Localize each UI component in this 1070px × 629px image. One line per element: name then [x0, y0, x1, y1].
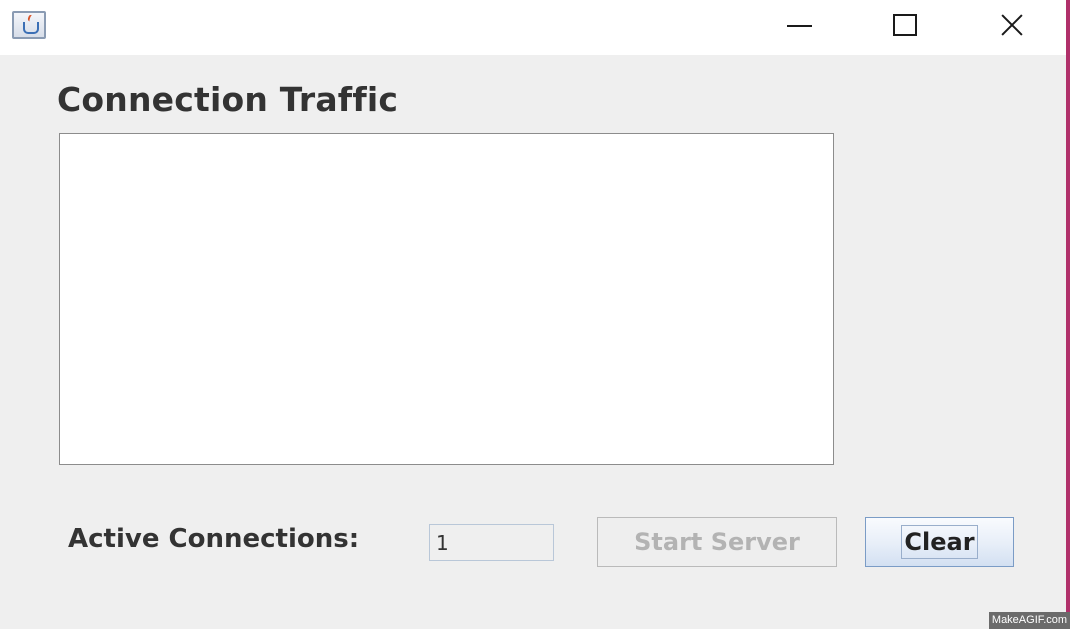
cup-icon [23, 22, 39, 34]
active-connections-field[interactable] [429, 524, 554, 561]
app-window: Connection Traffic Active Connections: S… [0, 0, 1070, 629]
clear-button-label: Clear [901, 525, 978, 559]
minimize-icon[interactable] [765, 0, 835, 50]
connection-traffic-log[interactable] [59, 133, 834, 465]
watermark: MakeAGIF.com [989, 612, 1070, 629]
clear-button[interactable]: Clear [865, 517, 1014, 567]
maximize-icon[interactable] [870, 0, 940, 50]
page-title: Connection Traffic [57, 80, 399, 119]
active-connections-label: Active Connections: [68, 524, 360, 554]
title-bar[interactable] [0, 0, 1066, 55]
start-server-button[interactable]: Start Server [597, 517, 837, 567]
java-cup-icon[interactable] [12, 11, 46, 39]
close-icon[interactable] [976, 0, 1046, 50]
